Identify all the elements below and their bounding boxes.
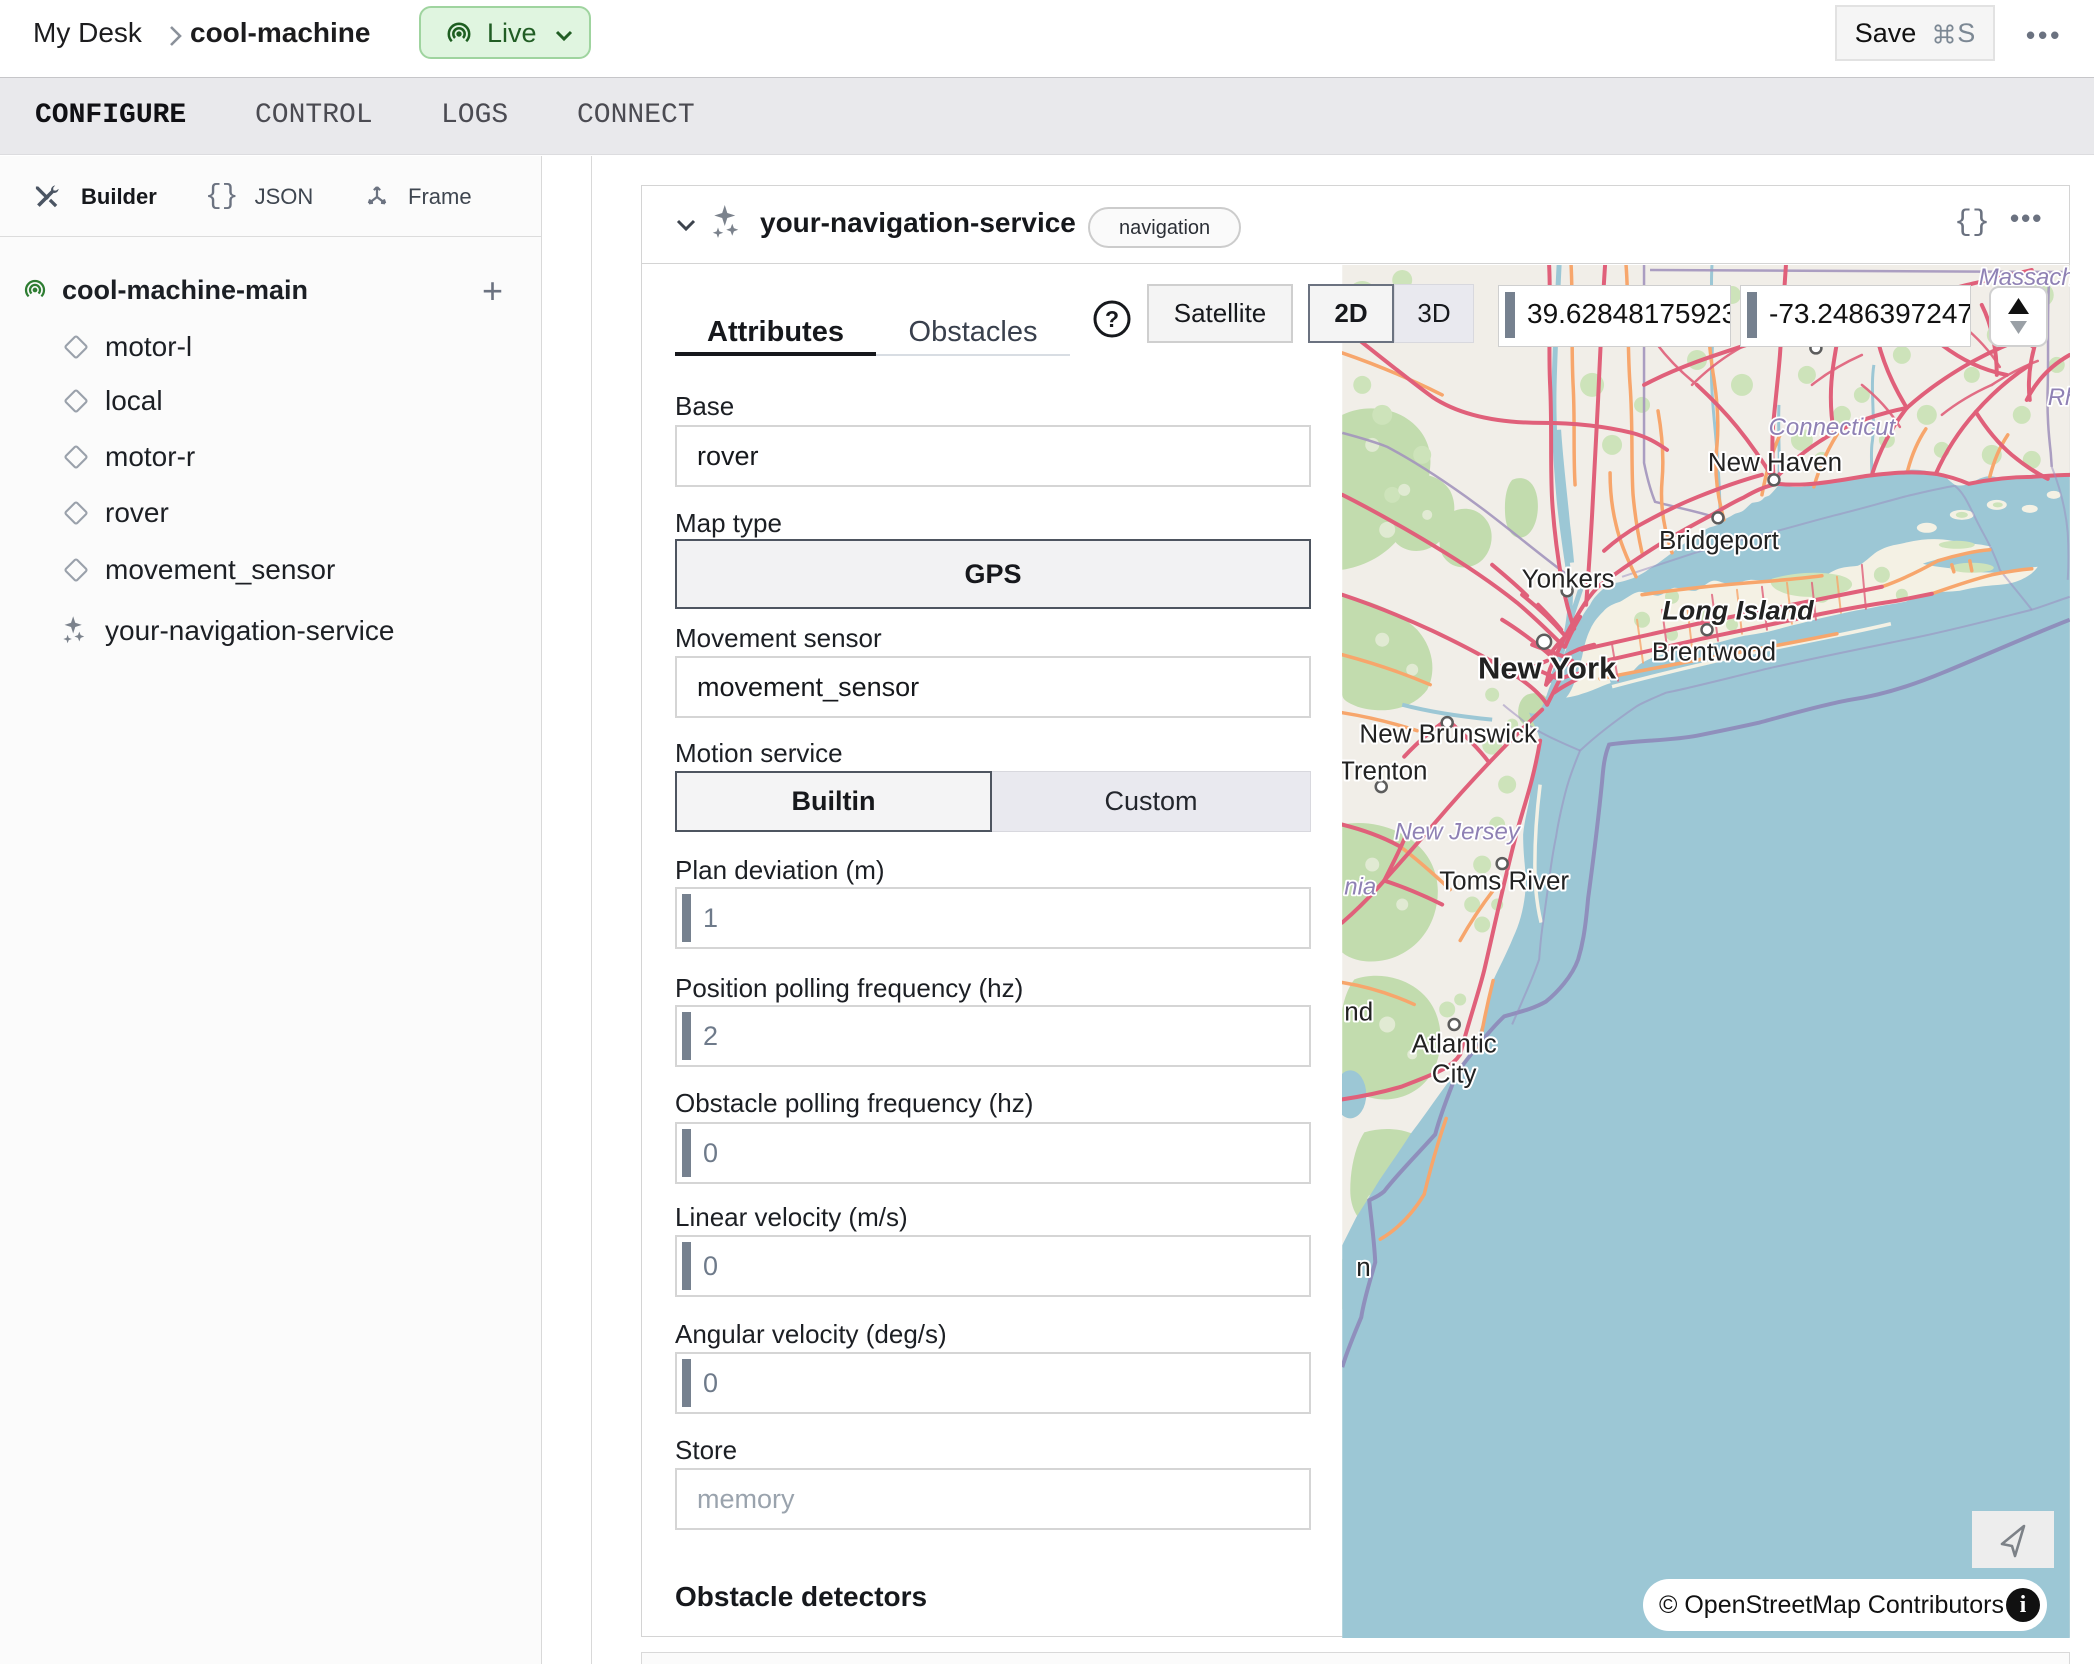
svg-text:Bridgeport: Bridgeport [1659,525,1780,555]
svg-text:New Jersey: New Jersey [1395,819,1522,846]
svg-text:Brentwood: Brentwood [1652,637,1776,667]
svg-text:New Haven: New Haven [1708,447,1842,477]
svg-text:Atlantic: Atlantic [1412,1028,1497,1058]
svg-text:Rhode: Rhode [2048,384,2070,411]
svg-text:Trenton: Trenton [1342,756,1428,786]
svg-text:Connecticut: Connecticut [1769,414,1897,441]
svg-text:New York: New York [1478,651,1617,686]
svg-text:New Brunswick: New Brunswick [1359,719,1538,749]
svg-text:City: City [1432,1058,1477,1088]
svg-text:n: n [1356,1252,1370,1282]
svg-text:nd: nd [1344,996,1373,1026]
svg-text:Yonkers: Yonkers [1522,564,1615,594]
svg-text:Long Island: Long Island [1662,596,1814,626]
svg-text:Toms River: Toms River [1439,866,1569,896]
svg-text:nia: nia [1344,874,1376,901]
svg-text:?: ? [1105,306,1119,332]
